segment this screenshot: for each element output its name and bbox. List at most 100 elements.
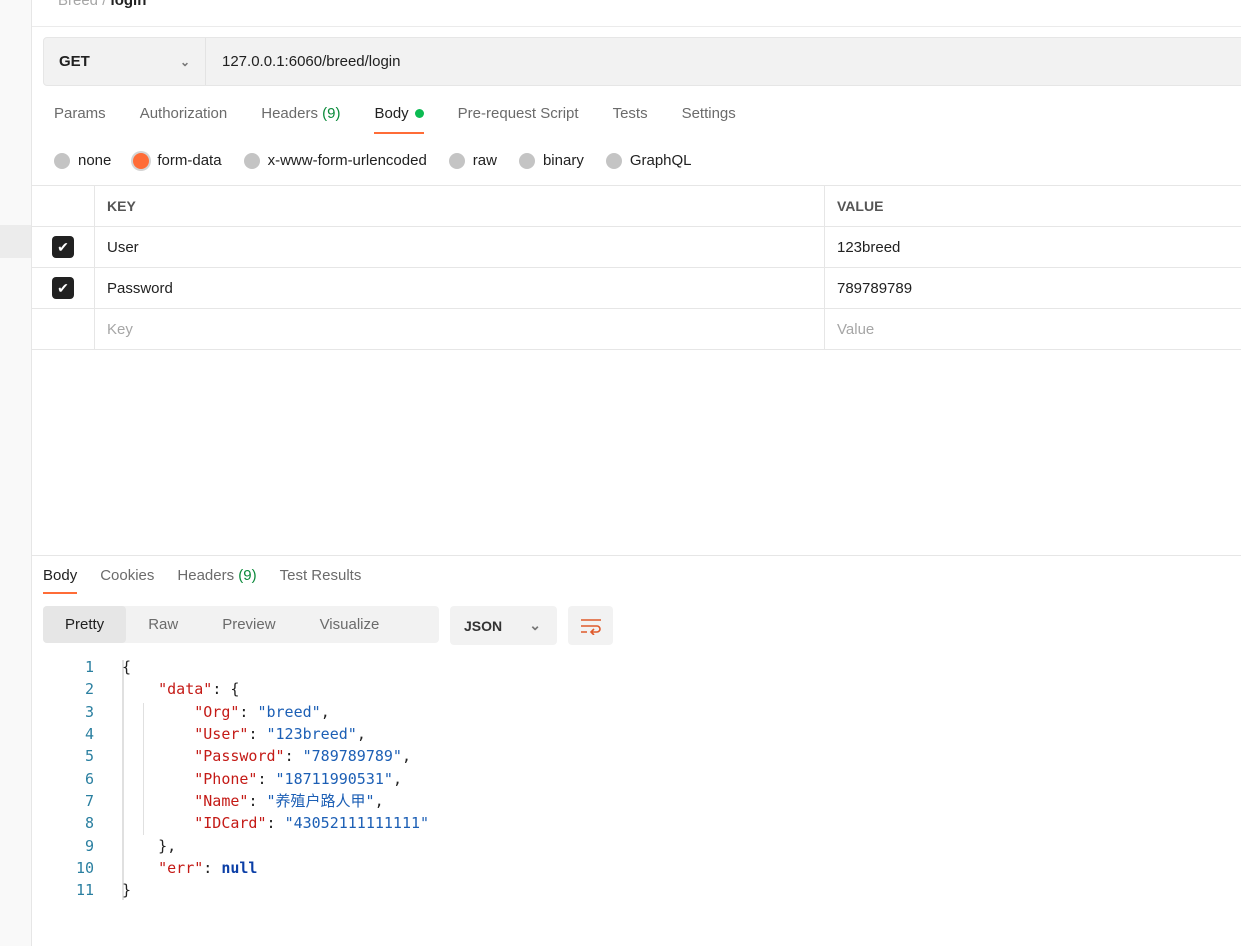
- view-preview[interactable]: Preview: [200, 606, 297, 643]
- tab-headers[interactable]: Headers (9): [261, 105, 340, 134]
- line-number: 1: [84, 658, 94, 677]
- radio-icon: [54, 152, 70, 169]
- radio-graphql[interactable]: GraphQL: [605, 152, 692, 169]
- response-tab-body[interactable]: Body: [43, 567, 78, 594]
- table-row: ✔ Password 789789789: [32, 268, 1241, 309]
- punct: :: [248, 725, 267, 744]
- radio-label: GraphQL: [629, 152, 692, 169]
- json-key: "err": [158, 858, 204, 877]
- format-select[interactable]: JSON ⌄: [450, 606, 557, 645]
- json-key: "data": [158, 680, 213, 699]
- line-number: 2: [84, 680, 94, 699]
- response-body-code[interactable]: 1{2 "data": {3 "Org": "breed", 4 "User": …: [60, 656, 429, 901]
- radio-label: none: [78, 152, 112, 169]
- checkbox-checked-icon[interactable]: ✔: [52, 236, 74, 258]
- punct: ,: [392, 769, 402, 788]
- code-line: 10 "err": null: [60, 857, 429, 879]
- checkbox-checked-icon[interactable]: ✔: [52, 277, 74, 299]
- value-cell[interactable]: 789789789: [825, 268, 1241, 308]
- column-header-key: KEY: [95, 186, 825, 226]
- tab-body[interactable]: Body: [374, 105, 424, 134]
- radio-icon: [518, 152, 535, 169]
- line-number: 6: [84, 769, 94, 788]
- json-string: "123breed": [266, 725, 357, 744]
- radio-icon: [243, 152, 260, 169]
- tab-pre-request-script[interactable]: Pre-request Script: [458, 105, 579, 134]
- view-pretty[interactable]: Pretty: [43, 606, 127, 643]
- radio-label: form-data: [157, 152, 222, 169]
- json-key: "IDCard": [194, 814, 267, 833]
- punct: :: [284, 747, 303, 766]
- key-input[interactable]: Key: [95, 309, 825, 349]
- tab-label: Body: [374, 105, 409, 122]
- json-key: "Org": [194, 702, 240, 721]
- response-tabs: Body Cookies Headers (9) Test Results: [43, 567, 384, 594]
- url-input[interactable]: 127.0.0.1:6060/breed/login: [206, 53, 400, 70]
- json-string: "breed": [257, 702, 321, 721]
- table-row-new: Key Value: [32, 309, 1241, 350]
- radio-binary[interactable]: binary: [518, 152, 584, 169]
- breadcrumb-parent[interactable]: Breed: [58, 0, 98, 9]
- code-line: 2 "data": {: [60, 678, 429, 700]
- punct: ,: [356, 725, 366, 744]
- method-label: GET: [59, 53, 90, 70]
- sidebar-selected-item[interactable]: [0, 225, 31, 258]
- format-label: JSON: [464, 617, 503, 634]
- tab-params[interactable]: Params: [54, 105, 106, 134]
- view-raw[interactable]: Raw: [126, 606, 200, 643]
- radio-icon: [448, 152, 465, 169]
- radio-label: binary: [542, 152, 584, 169]
- radio-none[interactable]: none: [54, 152, 111, 169]
- key-cell[interactable]: Password: [95, 268, 825, 308]
- line-number: 10: [75, 858, 94, 877]
- value-cell[interactable]: 123breed: [825, 227, 1241, 267]
- key-cell[interactable]: User: [95, 227, 825, 267]
- radio-form-data[interactable]: form-data: [133, 152, 222, 169]
- radio-raw[interactable]: raw: [448, 152, 497, 169]
- url-bar: GET ⌄ 127.0.0.1:6060/breed/login: [43, 37, 1241, 86]
- form-data-table: KEY VALUE ✔ User 123breed ✔ Password 78978978…: [32, 185, 1241, 350]
- tab-authorization[interactable]: Authorization: [140, 105, 228, 134]
- method-select[interactable]: GET ⌄: [44, 38, 206, 85]
- table-header: KEY VALUE: [32, 186, 1241, 227]
- json-key: "User": [194, 725, 249, 744]
- response-tab-cookies[interactable]: Cookies: [100, 567, 154, 594]
- response-tab-test-results[interactable]: Test Results: [280, 567, 362, 594]
- response-divider[interactable]: [32, 555, 1241, 556]
- punct: :: [203, 858, 222, 877]
- breadcrumb-current: login: [110, 0, 147, 9]
- json-string: "养殖户路人甲": [266, 792, 375, 811]
- punct: :: [239, 702, 258, 721]
- punct: ,: [374, 791, 384, 810]
- radio-selected-icon: [133, 152, 150, 169]
- response-tab-headers[interactable]: Headers (9): [177, 567, 256, 594]
- radio-urlencoded[interactable]: x-www-form-urlencoded: [243, 152, 427, 169]
- code-line: 6 "Phone": "18711990531",: [60, 767, 429, 789]
- sidebar: [0, 0, 32, 946]
- code-text: },: [122, 836, 177, 855]
- value-input[interactable]: Value: [825, 309, 1241, 349]
- radio-label: x-www-form-urlencoded: [267, 152, 427, 169]
- view-visualize[interactable]: Visualize: [298, 606, 402, 643]
- punct: ,: [320, 702, 330, 721]
- code-line: 9 },: [60, 834, 429, 856]
- punct: :: [257, 769, 276, 788]
- code-text: {: [122, 658, 132, 677]
- json-string: "43052111111111": [284, 814, 430, 833]
- breadcrumb: Breed / login: [58, 0, 146, 9]
- tab-tests[interactable]: Tests: [613, 105, 648, 134]
- code-line: 7 "Name": "养殖户路人甲",: [60, 790, 429, 812]
- divider: [32, 26, 1241, 27]
- tab-settings[interactable]: Settings: [682, 105, 736, 134]
- line-number: 11: [75, 881, 94, 900]
- status-dot-icon: [414, 109, 424, 118]
- punct: :: [266, 814, 285, 833]
- wrap-lines-button[interactable]: [568, 606, 613, 645]
